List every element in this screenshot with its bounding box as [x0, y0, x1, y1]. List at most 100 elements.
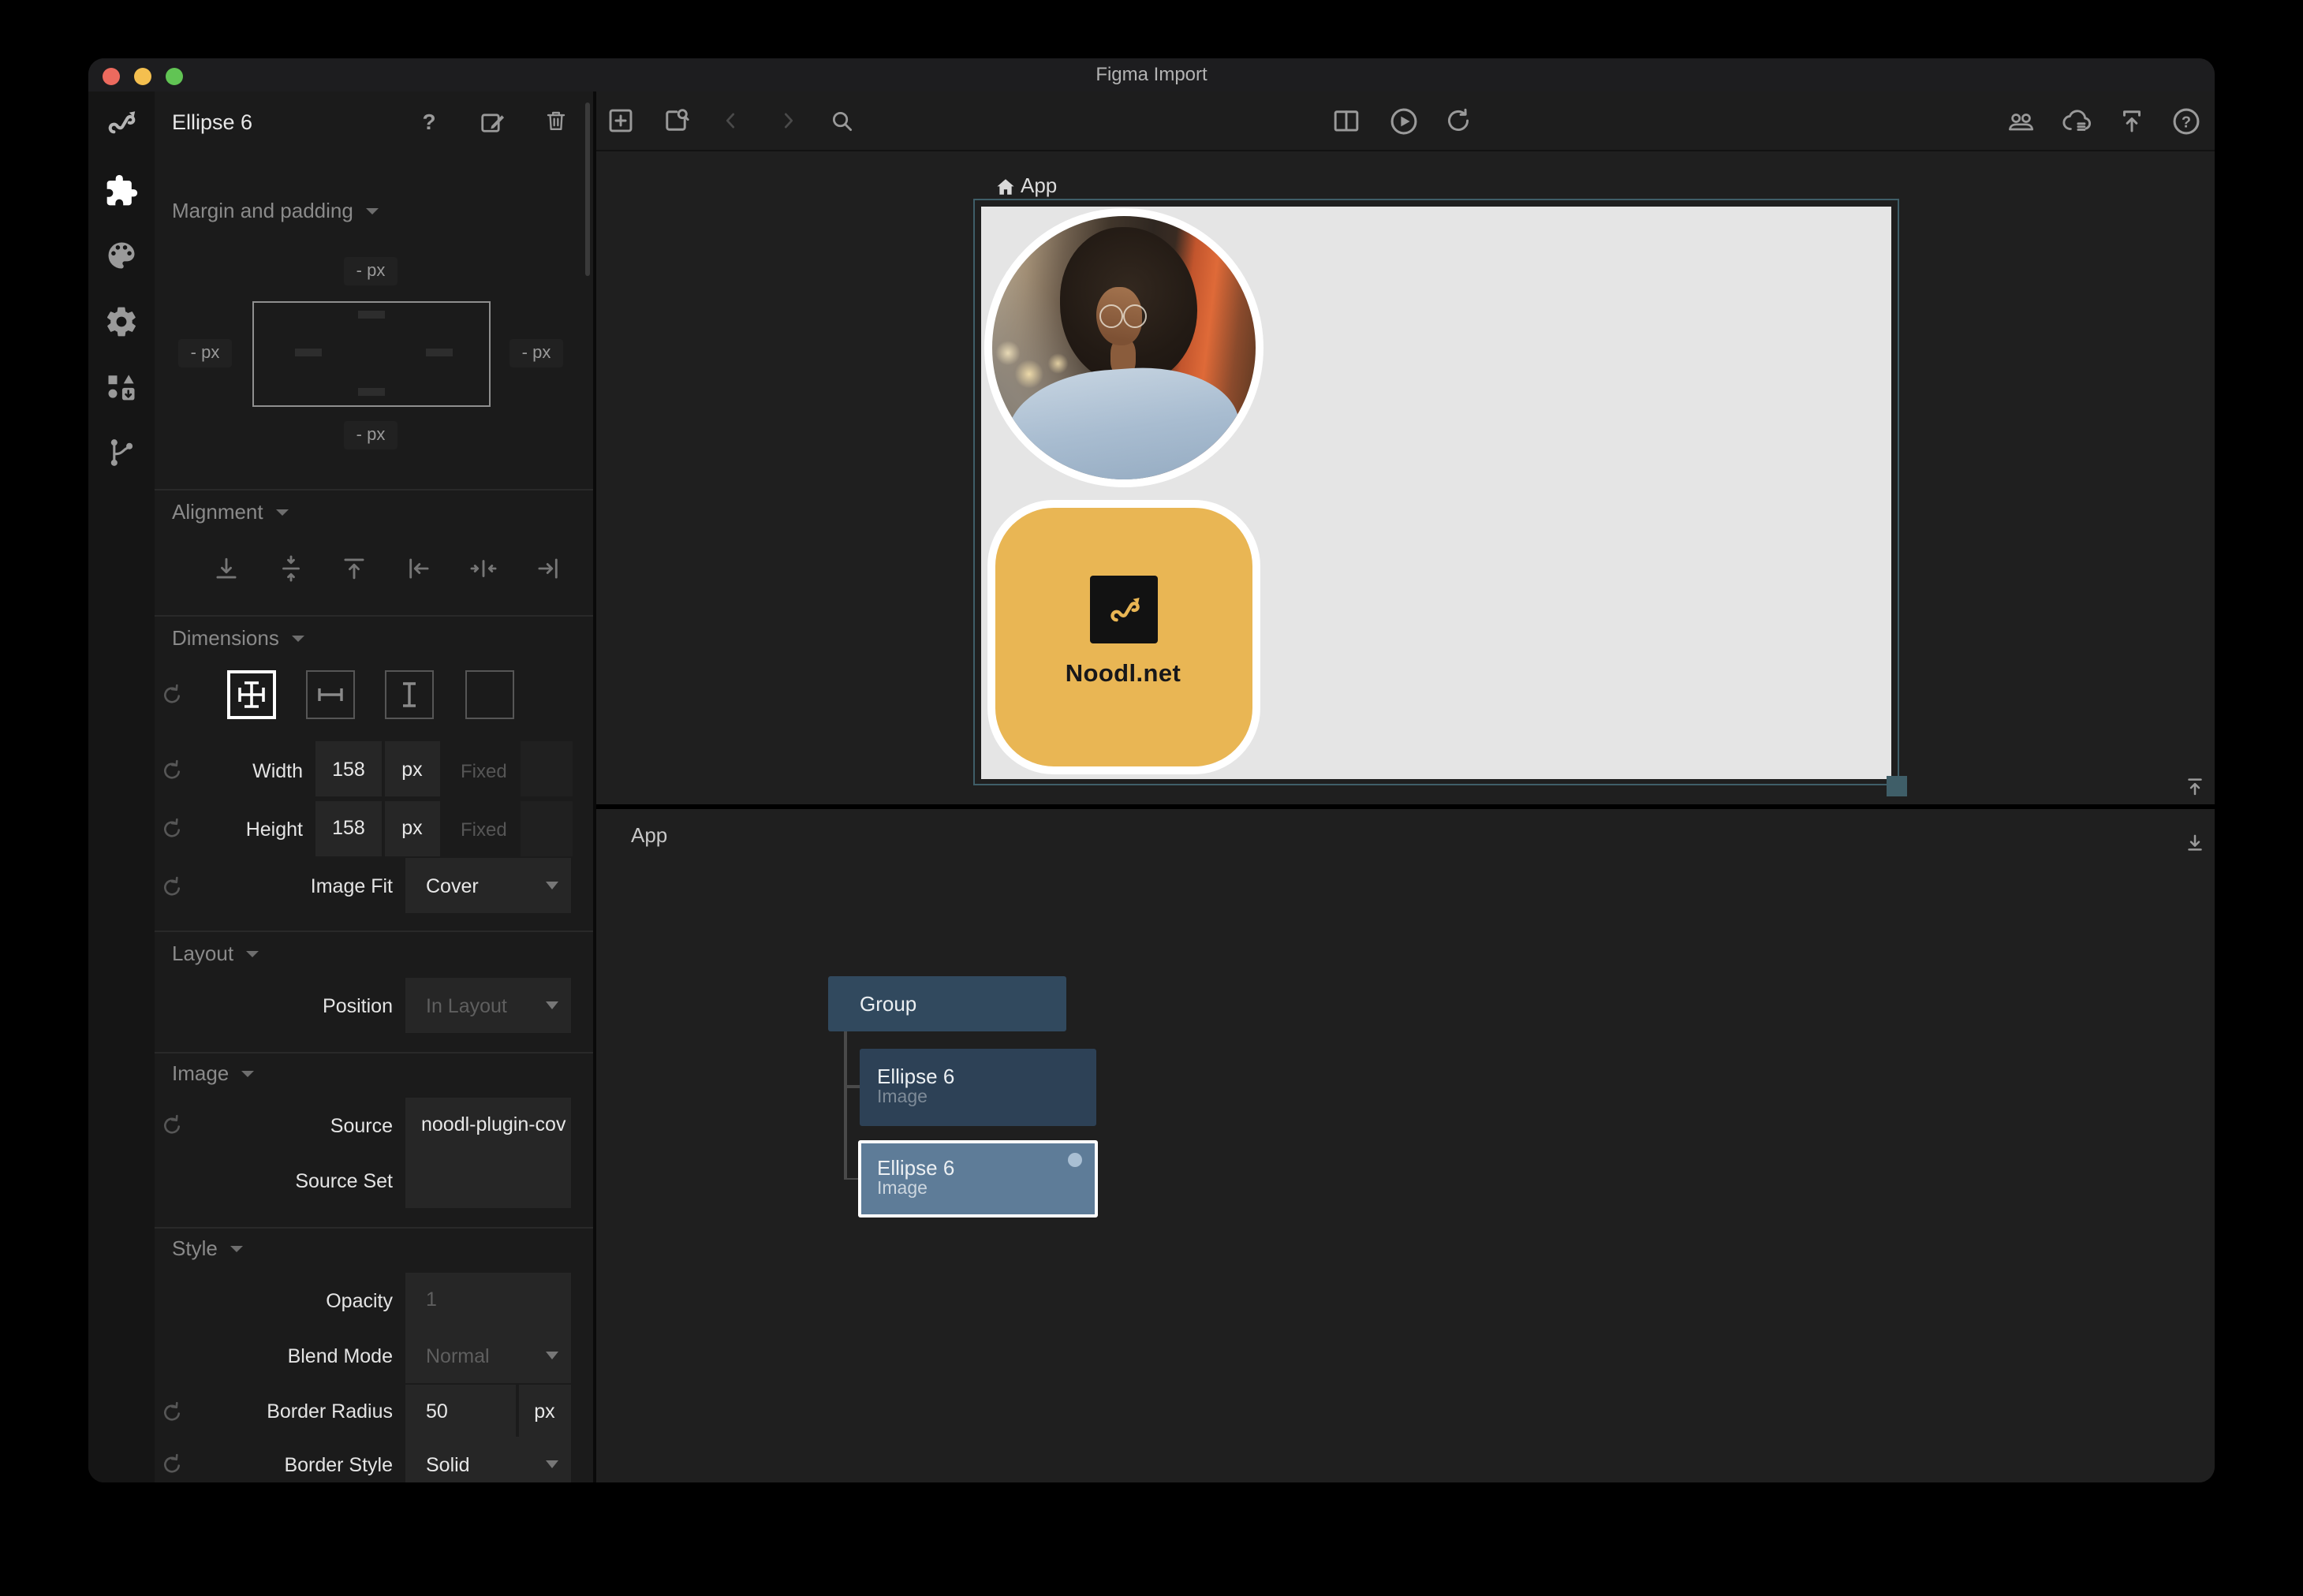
portrait-glasses [1123, 304, 1147, 328]
section-alignment[interactable]: Alignment [172, 501, 289, 523]
position-label: Position [151, 995, 393, 1017]
margin-bottom-field[interactable]: - px [344, 421, 398, 449]
align-horizontal-center-icon[interactable] [466, 551, 501, 586]
width-mode-label[interactable]: Fixed [461, 759, 507, 781]
graph-node-ellipse-2-selected[interactable]: Ellipse 6 Image [858, 1140, 1098, 1217]
align-bottom-icon[interactable] [209, 551, 244, 586]
blend-mode-label: Blend Mode [151, 1345, 393, 1367]
height-input[interactable]: 158 [315, 800, 382, 856]
padding-right-field[interactable] [426, 349, 453, 356]
deploy-upload-icon[interactable] [2114, 103, 2148, 138]
margin-top-field[interactable]: - px [344, 257, 398, 285]
align-left-icon[interactable] [401, 551, 436, 586]
width-extra-button[interactable] [521, 741, 573, 796]
help-circle-icon[interactable]: ? [2169, 103, 2204, 138]
align-vertical-center-icon[interactable] [274, 551, 308, 586]
padding-bottom-field[interactable] [358, 388, 385, 396]
margin-left-field[interactable]: - px [178, 339, 232, 367]
chevron-down-icon [545, 1460, 558, 1468]
close-window-button[interactable] [103, 67, 120, 84]
minimize-window-button[interactable] [134, 67, 151, 84]
source-input[interactable]: noodl-plugin-cov [405, 1097, 571, 1152]
sidebar-item-settings[interactable] [99, 300, 143, 344]
sidebar-item-components[interactable] [99, 364, 143, 408]
canvas-breadcrumb[interactable]: App [1021, 175, 1057, 196]
portrait-glasses [1099, 304, 1123, 328]
height-extra-button[interactable] [521, 800, 573, 856]
search-icon[interactable] [824, 103, 859, 138]
reset-icon[interactable] [161, 683, 183, 705]
border-radius-input[interactable]: 50 [405, 1384, 516, 1439]
ellipse-portrait-image[interactable] [984, 208, 1263, 487]
home-icon [995, 176, 1016, 196]
edit-icon[interactable] [475, 103, 509, 138]
noodl-card-title: Noodl.net [987, 661, 1260, 689]
help-icon[interactable]: ? [412, 103, 446, 138]
title-bar[interactable]: Figma Import [88, 58, 2215, 93]
portrait-shirt [1002, 361, 1243, 487]
graph-node-ellipse-1[interactable]: Ellipse 6 Image [860, 1048, 1096, 1125]
chevron-down-icon [545, 1352, 558, 1359]
height-unit-button[interactable]: px [384, 800, 440, 856]
cloud-functions-icon[interactable] [2059, 103, 2093, 138]
size-mode-none-button[interactable] [465, 669, 513, 718]
node-status-dot [1068, 1153, 1082, 1167]
divider [154, 489, 593, 490]
section-style[interactable]: Style [172, 1238, 243, 1260]
zoom-window-button[interactable] [166, 67, 183, 84]
sidebar-item-plugins[interactable] [99, 169, 143, 213]
section-dimensions[interactable]: Dimensions [172, 627, 304, 649]
width-label: Width [151, 759, 303, 781]
padding-top-field[interactable] [358, 311, 385, 319]
add-node-icon[interactable] [603, 103, 638, 138]
preview-play-icon[interactable] [1387, 103, 1421, 138]
border-radius-unit-button[interactable]: px [518, 1384, 571, 1439]
size-mode-width-button[interactable] [306, 669, 355, 718]
node-connection [844, 1031, 846, 1180]
border-style-select[interactable]: Solid [405, 1437, 571, 1482]
divider [154, 930, 593, 932]
align-right-icon[interactable] [531, 551, 565, 586]
divider [154, 1052, 593, 1053]
chevron-down-icon [230, 1246, 243, 1252]
window-title: Figma Import [88, 58, 2215, 91]
width-unit-button[interactable]: px [384, 741, 440, 796]
delete-icon[interactable] [538, 103, 573, 138]
collaborators-icon[interactable] [2003, 103, 2038, 138]
chevron-down-icon [292, 635, 304, 641]
graph-header: App [631, 825, 667, 847]
size-mode-both-button[interactable] [226, 669, 275, 718]
padding-left-field[interactable] [295, 349, 322, 356]
source-label: Source [151, 1114, 393, 1136]
margin-right-field[interactable]: - px [509, 339, 563, 367]
collapse-up-icon[interactable] [2178, 768, 2212, 803]
nav-forward-icon[interactable] [770, 103, 804, 138]
panel-scrollbar[interactable] [584, 103, 590, 276]
sidebar-item-version-control[interactable] [99, 431, 143, 475]
viewport-graph-divider [596, 804, 2215, 809]
node-connection [844, 1177, 858, 1180]
source-set-input[interactable] [405, 1153, 571, 1208]
chevron-down-icon [241, 1071, 254, 1077]
opacity-input[interactable]: 1 [405, 1272, 571, 1327]
import-search-icon[interactable] [658, 103, 692, 138]
graph-node-group[interactable]: Group [828, 975, 1066, 1031]
align-top-icon[interactable] [337, 551, 371, 586]
noodl-logo-icon[interactable] [99, 101, 143, 145]
width-input[interactable]: 158 [315, 741, 382, 796]
split-view-icon[interactable] [1329, 103, 1364, 138]
sidebar-item-styles[interactable] [99, 233, 143, 278]
node-connection [844, 1085, 860, 1087]
height-mode-label[interactable]: Fixed [461, 818, 507, 840]
collapse-down-icon[interactable] [2178, 825, 2212, 860]
chevron-down-icon [366, 207, 379, 214]
size-mode-height-button[interactable] [385, 669, 434, 718]
section-margin-padding[interactable]: Margin and padding [172, 200, 379, 222]
refresh-icon[interactable] [1441, 103, 1476, 138]
opacity-label: Opacity [151, 1289, 393, 1311]
section-layout[interactable]: Layout [172, 943, 259, 965]
canvas-resize-handle[interactable] [1887, 775, 1907, 796]
section-image[interactable]: Image [172, 1063, 254, 1085]
chevron-down-icon [545, 882, 558, 889]
nav-back-icon[interactable] [714, 103, 748, 138]
